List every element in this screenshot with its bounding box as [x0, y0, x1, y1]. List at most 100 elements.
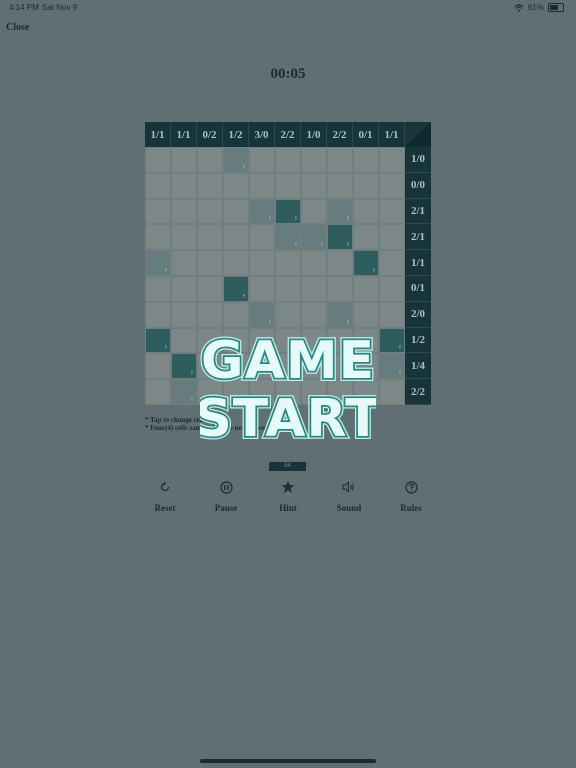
grid-cell[interactable]: ↑	[379, 327, 405, 354]
grid-cell[interactable]	[301, 172, 327, 199]
grid-cell[interactable]: ↑	[223, 275, 249, 302]
grid-cell[interactable]: ↑	[223, 147, 249, 173]
column-header: 1/1	[379, 122, 405, 147]
grid-cell[interactable]	[223, 198, 249, 225]
reset-button[interactable]: Reset	[140, 478, 190, 513]
arrow-up-icon: ↑	[397, 345, 402, 352]
row-header: 0/1	[405, 275, 431, 302]
grid-cell[interactable]	[171, 327, 197, 354]
pause-button[interactable]: Pause	[201, 478, 251, 513]
grid-cell[interactable]	[145, 172, 171, 199]
column-header: 0/1	[353, 122, 379, 147]
column-header: 1/0	[301, 122, 327, 147]
grid-cell[interactable]: ↑	[275, 198, 301, 225]
column-header: 2/2	[275, 122, 301, 147]
grid-cell[interactable]	[275, 275, 301, 302]
grid-cell[interactable]	[275, 250, 301, 276]
grid-cell[interactable]: ↑	[379, 353, 405, 380]
grid-cell[interactable]	[171, 198, 197, 225]
hint-button[interactable]: Hint	[263, 478, 313, 513]
arrow-up-icon: ↑	[397, 371, 402, 378]
grid-cell[interactable]	[379, 224, 405, 251]
grid-cell[interactable]: ↑	[327, 224, 353, 251]
grid-cell[interactable]	[145, 301, 171, 328]
pause-icon	[219, 480, 233, 494]
grid-cell[interactable]	[379, 379, 405, 405]
move-counter: 64	[269, 462, 306, 471]
hint-label: Hint	[279, 503, 297, 513]
grid-cell[interactable]	[223, 224, 249, 251]
grid-cell[interactable]	[353, 198, 379, 225]
grid-cell[interactable]	[197, 250, 223, 276]
grid-cell[interactable]: ↑	[145, 250, 171, 276]
grid-cell[interactable]	[301, 275, 327, 302]
grid-cell[interactable]	[327, 275, 353, 302]
grid-cell[interactable]	[197, 275, 223, 302]
sound-button[interactable]: Sound	[324, 478, 374, 513]
column-header: 1/1	[145, 122, 171, 147]
grid-cell[interactable]	[275, 147, 301, 173]
grid-cell[interactable]	[379, 147, 405, 173]
grid-cell[interactable]: ↑	[171, 379, 197, 405]
grid-cell[interactable]	[249, 147, 275, 173]
grid-cell[interactable]	[249, 172, 275, 199]
grid-cell[interactable]	[327, 172, 353, 199]
grid-cell[interactable]: ↑	[275, 224, 301, 251]
grid-cell[interactable]	[223, 172, 249, 199]
rules-button[interactable]: Rules	[386, 478, 436, 513]
grid-cell[interactable]	[223, 250, 249, 276]
grid-cell[interactable]	[379, 275, 405, 302]
arrow-up-icon: ↑	[267, 216, 272, 223]
row-headers: 1/0 0/0 2/1 2/1 1/1 0/1 2/0 1/2 1/4 2/2	[405, 147, 431, 405]
grid-cell[interactable]	[379, 250, 405, 276]
grid-cell[interactable]	[145, 198, 171, 225]
grid-cell[interactable]	[171, 224, 197, 251]
grid-cell[interactable]	[353, 172, 379, 199]
column-header: 2/2	[327, 122, 353, 147]
grid-cell[interactable]	[249, 224, 275, 251]
grid-cell[interactable]	[197, 224, 223, 251]
grid-cell[interactable]	[379, 301, 405, 328]
grid-cell[interactable]	[301, 198, 327, 225]
grid-cell[interactable]	[171, 301, 197, 328]
grid-cell[interactable]: ↑	[145, 327, 171, 354]
grid-cell[interactable]	[197, 147, 223, 173]
grid-cell[interactable]	[379, 172, 405, 199]
home-indicator	[200, 759, 376, 763]
grid-cell[interactable]	[249, 275, 275, 302]
grid-cell[interactable]	[197, 198, 223, 225]
row-header: 1/2	[405, 327, 431, 354]
grid-cell[interactable]: ↑	[353, 250, 379, 276]
grid-cell[interactable]: ↑	[301, 224, 327, 251]
grid-cell[interactable]	[145, 275, 171, 302]
grid-cell[interactable]	[197, 172, 223, 199]
grid-cell[interactable]	[353, 147, 379, 173]
grid-cell[interactable]	[145, 379, 171, 405]
arrow-up-icon: ↑	[163, 345, 168, 352]
close-button[interactable]: Close	[6, 22, 29, 33]
grid-cell[interactable]: ↑	[249, 198, 275, 225]
column-header: 1/2	[223, 122, 249, 147]
column-headers: 1/1 1/1 0/2 1/2 3/0 2/2 1/0 2/2 0/1 1/1	[145, 122, 431, 147]
grid-cell[interactable]	[327, 147, 353, 173]
reset-label: Reset	[154, 503, 176, 513]
row-header: 1/4	[405, 353, 431, 380]
grid-cell[interactable]: ↑	[171, 353, 197, 380]
grid-cell[interactable]	[171, 172, 197, 199]
grid-cell[interactable]	[327, 250, 353, 276]
grid-cell[interactable]	[145, 224, 171, 251]
grid-cell[interactable]	[353, 224, 379, 251]
grid-cell[interactable]	[249, 250, 275, 276]
grid-cell[interactable]	[301, 147, 327, 173]
grid-cell[interactable]	[275, 172, 301, 199]
grid-cell[interactable]	[171, 250, 197, 276]
grid-cell[interactable]	[171, 147, 197, 173]
grid-cell[interactable]	[353, 275, 379, 302]
grid-cell[interactable]	[171, 275, 197, 302]
grid-cell[interactable]	[379, 198, 405, 225]
row-header: 2/2	[405, 379, 431, 405]
grid-cell[interactable]: ↑	[327, 198, 353, 225]
grid-cell[interactable]	[145, 147, 171, 173]
grid-cell[interactable]	[301, 250, 327, 276]
grid-cell[interactable]	[145, 353, 171, 380]
